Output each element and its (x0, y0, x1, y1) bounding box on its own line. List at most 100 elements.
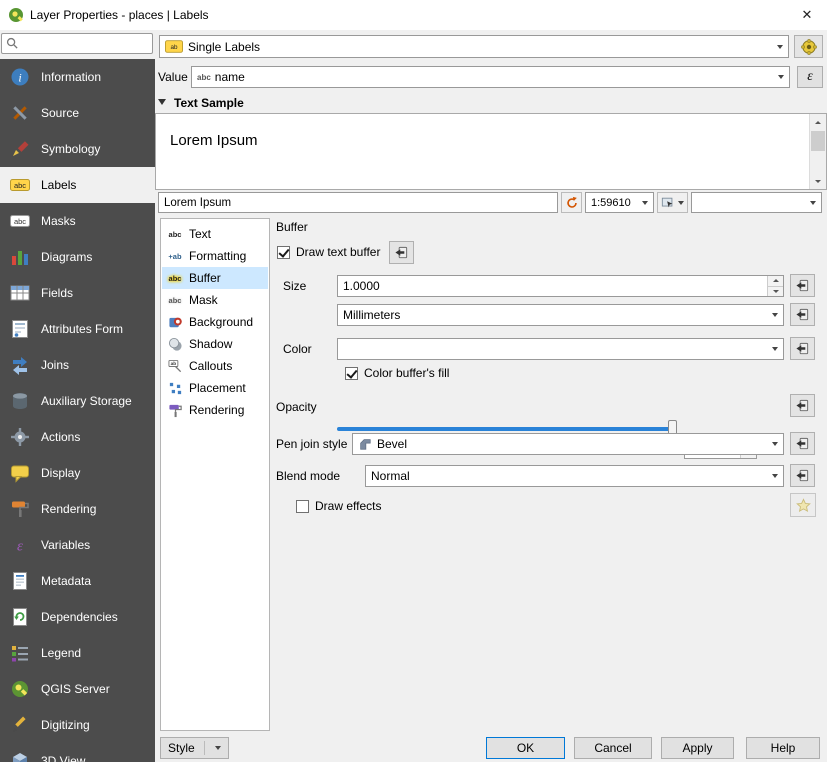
tab-background[interactable]: Background (162, 311, 268, 333)
cancel-button[interactable]: Cancel (574, 737, 652, 759)
tab-shadow[interactable]: Shadow (162, 333, 268, 355)
preview-text: Lorem Ipsum (170, 132, 258, 149)
buffer-size-spinbox[interactable]: 1.0000 (337, 275, 784, 297)
triangle-down-icon (815, 180, 821, 183)
style-menu-button[interactable]: Style (160, 737, 229, 759)
opacity-override-button[interactable] (790, 394, 815, 417)
sidebar-item-metadata[interactable]: Metadata (0, 563, 155, 599)
reset-sample-button[interactable] (561, 192, 582, 213)
pen-join-override-button[interactable] (790, 432, 815, 455)
close-button[interactable]: ✕ (787, 0, 827, 30)
color-buffers-fill-label: Color buffer's fill (364, 366, 449, 380)
draw-effects-label: Draw effects (315, 499, 381, 513)
triangle-down-icon (773, 290, 779, 293)
placement-tab-icon (166, 380, 184, 397)
buffer-tab-icon: abc (166, 270, 184, 287)
star-icon (796, 498, 811, 513)
sidebar-item-labels[interactable]: abc Labels (0, 167, 155, 203)
units-override-button[interactable] (790, 303, 815, 326)
callouts-tab-icon: ab (166, 358, 184, 375)
svg-text:i: i (18, 71, 21, 85)
sidebar-item-symbology[interactable]: Symbology (0, 131, 155, 167)
sidebar-item-dependencies[interactable]: Dependencies (0, 599, 155, 635)
tab-callouts[interactable]: ab Callouts (162, 355, 268, 377)
tab-rendering[interactable]: Rendering (162, 399, 268, 421)
preview-background-combo[interactable] (691, 192, 822, 213)
automated-placement-settings-button[interactable] (794, 35, 823, 58)
shadow-tab-icon (166, 336, 184, 353)
sidebar-item-actions[interactable]: Actions (0, 419, 155, 455)
pen-join-style-combo[interactable]: Bevel (352, 433, 784, 455)
mask-icon: abc (10, 211, 30, 231)
scroll-down-button[interactable] (810, 173, 826, 189)
color-buffers-fill-checkbox[interactable] (345, 367, 358, 380)
background-tab-icon (166, 314, 184, 331)
sidebar-item-digitizing[interactable]: Digitizing (0, 707, 155, 743)
sidebar-item-variables[interactable]: ε Variables (0, 527, 155, 563)
sidebar-item-qgis-server[interactable]: QGIS Server (0, 671, 155, 707)
draw-effects-row: Draw effects (296, 497, 381, 515)
spin-up-button[interactable] (768, 276, 783, 286)
search-icon (6, 37, 19, 50)
sidebar-item-fields[interactable]: Fields (0, 275, 155, 311)
scroll-up-button[interactable] (810, 114, 826, 130)
data-defined-override-icon (795, 307, 810, 322)
chevron-down-icon (642, 201, 648, 205)
sidebar-item-attributes-form[interactable]: Attributes Form (0, 311, 155, 347)
tab-buffer[interactable]: abc Buffer (162, 267, 268, 289)
value-field-combo[interactable]: abc name (191, 66, 790, 88)
size-value: 1.0000 (343, 279, 380, 293)
scroll-track[interactable] (810, 130, 826, 173)
ok-button[interactable]: OK (486, 737, 565, 759)
draw-text-buffer-override-button[interactable] (389, 241, 414, 264)
label-mode-value: Single Labels (188, 40, 777, 54)
spin-buttons[interactable] (767, 276, 783, 296)
sidebar-item-joins[interactable]: Joins (0, 347, 155, 383)
value-label: Value (158, 66, 188, 88)
sidebar-item-rendering[interactable]: Rendering (0, 491, 155, 527)
sidebar-item-auxiliary-storage[interactable]: Auxiliary Storage (0, 383, 155, 419)
tab-formatting[interactable]: +ab Formatting (162, 245, 268, 267)
blend-mode-combo[interactable]: Normal (365, 465, 784, 487)
dependencies-icon (10, 607, 30, 627)
tab-placement[interactable]: Placement (162, 377, 268, 399)
value-field-name: name (215, 70, 778, 84)
expression-builder-button[interactable]: ε (797, 66, 823, 88)
tab-mask[interactable]: abc Mask (162, 289, 268, 311)
preview-scale-combo[interactable]: 1:59610 (585, 192, 654, 213)
data-defined-override-icon (795, 398, 810, 413)
set-scale-from-canvas-button[interactable] (657, 192, 688, 213)
size-units-combo[interactable]: Millimeters (337, 304, 784, 326)
color-buffers-fill-row: Color buffer's fill (345, 364, 449, 382)
single-labels-icon: ab (165, 40, 183, 53)
scroll-thumb[interactable] (811, 131, 825, 151)
chevron-down-icon (215, 746, 221, 750)
size-override-button[interactable] (790, 274, 815, 297)
label-mode-combo[interactable]: ab Single Labels (159, 35, 789, 58)
blend-mode-override-button[interactable] (790, 464, 815, 487)
collapse-arrow-icon[interactable] (158, 99, 166, 105)
sidebar-item-3d-view[interactable]: 3D View (0, 743, 155, 762)
help-button[interactable]: Help (746, 737, 820, 759)
tab-text[interactable]: abc Text (162, 223, 268, 245)
draw-text-buffer-checkbox[interactable] (277, 246, 290, 259)
spin-down-button[interactable] (768, 286, 783, 297)
sidebar-item-source[interactable]: Source (0, 95, 155, 131)
undo-arrow-icon (565, 196, 579, 210)
sidebar-item-masks[interactable]: abc Masks (0, 203, 155, 239)
window-title: Layer Properties - places | Labels (30, 8, 209, 22)
sidebar-item-legend[interactable]: Legend (0, 635, 155, 671)
draw-effects-checkbox[interactable] (296, 500, 309, 513)
preview-scrollbar[interactable] (809, 114, 826, 189)
buffer-color-picker[interactable] (337, 338, 784, 360)
color-override-button[interactable] (790, 337, 815, 360)
sidebar: i Information Source Symbology abc Label… (0, 59, 155, 762)
search-input[interactable] (23, 38, 148, 50)
effects-settings-button[interactable] (790, 493, 816, 517)
sidebar-item-information[interactable]: i Information (0, 59, 155, 95)
apply-button[interactable]: Apply (661, 737, 734, 759)
sidebar-item-display[interactable]: Display (0, 455, 155, 491)
info-icon: i (10, 67, 30, 87)
sidebar-item-diagrams[interactable]: Diagrams (0, 239, 155, 275)
sample-text-input[interactable] (158, 192, 558, 213)
